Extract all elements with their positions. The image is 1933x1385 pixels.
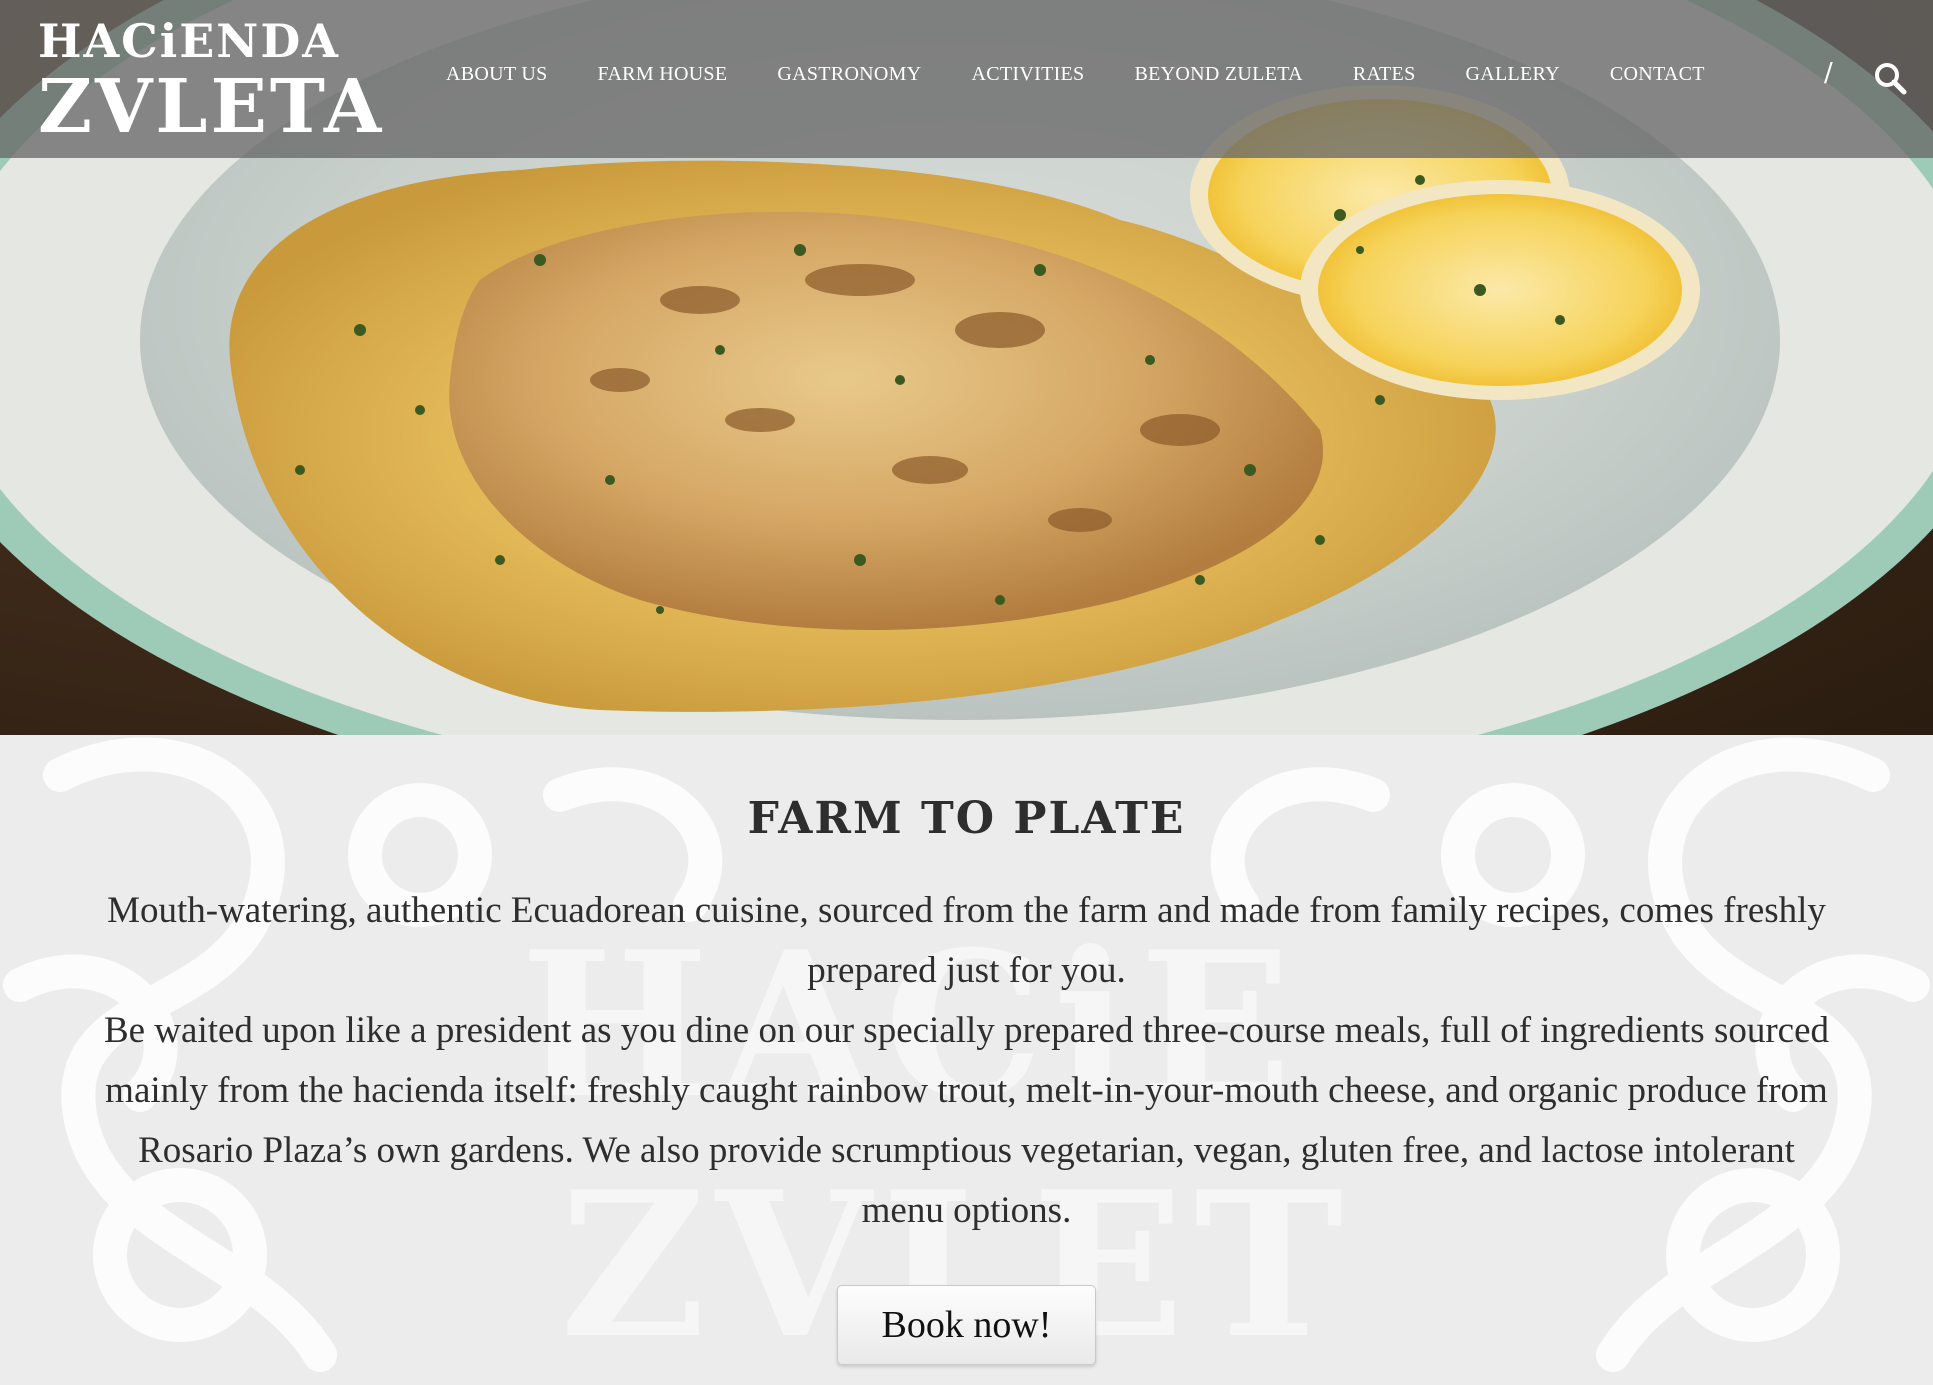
nav-item-about-us[interactable]: ABOUT US xyxy=(446,63,548,86)
main-nav: ABOUT US FARM HOUSE GASTRONOMY ACTIVITIE… xyxy=(446,56,1705,92)
description-paragraph-2: Be waited upon like a president as you d… xyxy=(103,1010,1830,1231)
nav-item-farm-house[interactable]: FARM HOUSE xyxy=(598,63,728,86)
section-title: FARM TO PLATE xyxy=(747,793,1186,844)
logo[interactable]: HACiENDA ZVLETA xyxy=(38,14,385,150)
nav-item-beyond-zuleta[interactable]: BEYOND ZULETA xyxy=(1134,63,1302,86)
description-paragraph-1: Mouth-watering, authentic Ecuadorean cui… xyxy=(107,890,1826,991)
book-now-button[interactable]: Book now! xyxy=(837,1285,1096,1365)
nav-divider: / xyxy=(1824,58,1833,88)
logo-line-1: HACiENDA xyxy=(38,14,340,68)
nav-item-contact[interactable]: CONTACT xyxy=(1610,63,1705,86)
nav-item-activities[interactable]: ACTIVITIES xyxy=(972,63,1085,86)
section-description: Mouth-watering, authentic Ecuadorean cui… xyxy=(100,881,1833,1241)
farm-to-plate-section: HACiE ZVLET FARM TO PLATE Mouth-watering… xyxy=(0,735,1933,1385)
nav-item-gastronomy[interactable]: GASTRONOMY xyxy=(777,63,921,86)
search-button[interactable] xyxy=(1872,60,1908,96)
nav-item-gallery[interactable]: GALLERY xyxy=(1466,63,1560,86)
logo-line-2: ZVLETA xyxy=(38,64,385,150)
search-icon xyxy=(1875,63,1907,95)
nav-item-rates[interactable]: RATES xyxy=(1353,63,1416,86)
site-header: HACiENDA ZVLETA ABOUT US FARM HOUSE GAST… xyxy=(0,0,1933,158)
